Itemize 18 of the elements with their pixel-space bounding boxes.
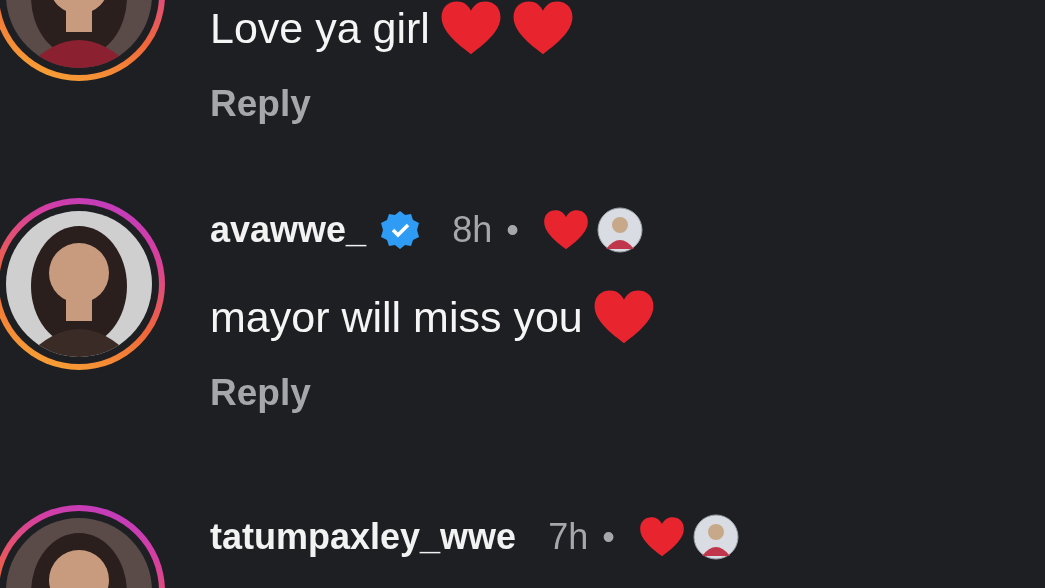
verified-badge-icon: [380, 210, 421, 250]
author-avatar-icon: [596, 207, 643, 253]
heart-emoji-icon: [592, 289, 655, 345]
heart-emoji-icon: [439, 0, 502, 56]
username[interactable]: avawwe_: [210, 209, 367, 251]
comment-time: 8h: [452, 209, 493, 251]
username[interactable]: tatumpaxley_wwe: [210, 516, 517, 558]
comment-text: mayor will miss you: [210, 292, 583, 342]
reply-link[interactable]: Reply: [210, 83, 311, 125]
comment-text: Love ya girl: [210, 3, 430, 53]
comment-time: 7h: [548, 516, 589, 558]
heart-icon: [542, 209, 589, 251]
heart-icon: [638, 516, 685, 558]
separator-dot: •: [506, 209, 519, 251]
reply-link[interactable]: Reply: [210, 372, 311, 414]
separator-dot: •: [602, 516, 615, 558]
heart-emoji-icon: [511, 0, 574, 56]
author-avatar-icon: [692, 514, 739, 560]
